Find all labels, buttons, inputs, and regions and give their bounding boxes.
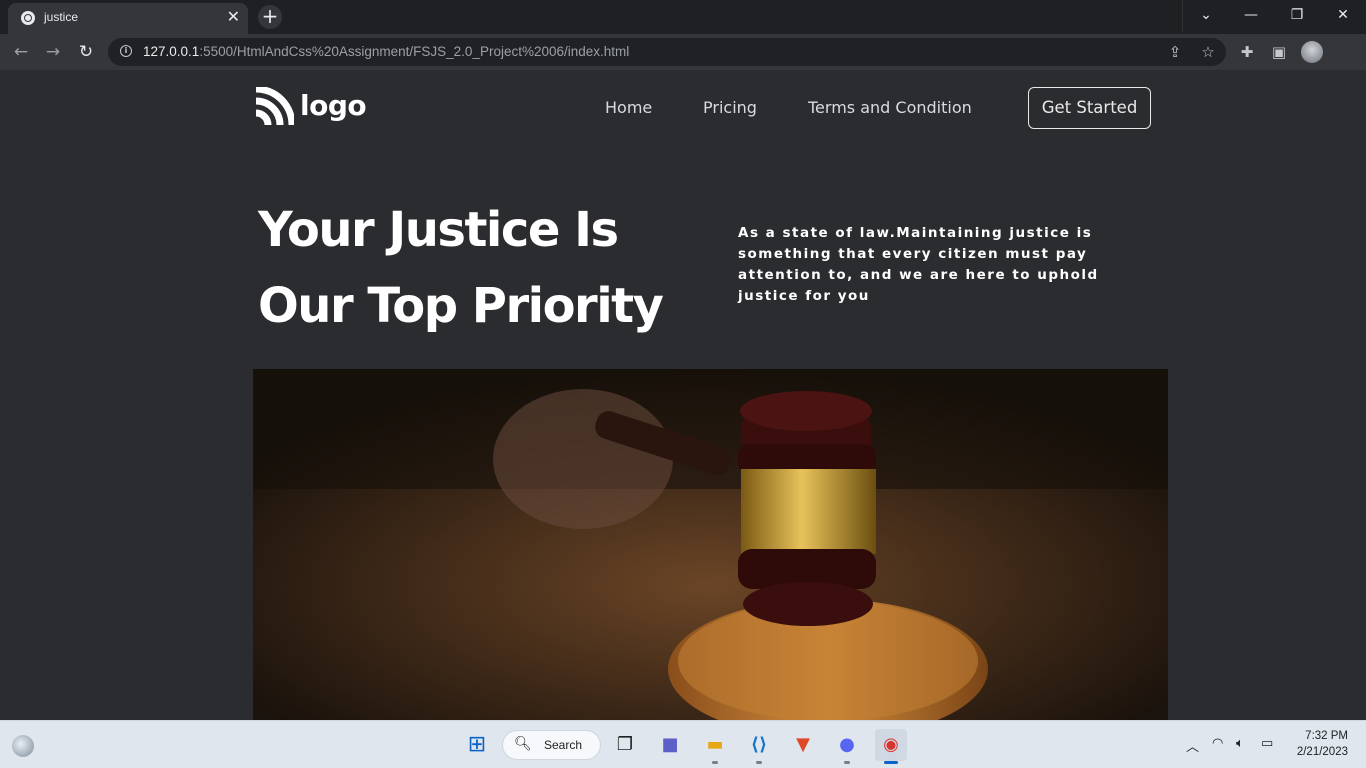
tab-title: justice xyxy=(44,10,79,24)
site-info-icon[interactable]: i xyxy=(120,45,132,57)
hero-title-line-2: Our Top Priority xyxy=(258,278,664,334)
forward-arrow-icon[interactable]: → xyxy=(42,41,64,63)
get-started-button[interactable]: Get Started xyxy=(1028,87,1151,129)
wifi-icon[interactable]: ◠ xyxy=(1212,736,1223,751)
taskbar-search-label: Search xyxy=(544,738,583,752)
profile-avatar[interactable] xyxy=(1301,41,1323,63)
url-text[interactable]: 127.0.0.1:5500/HtmlAndCss%20Assignment/F… xyxy=(143,44,629,59)
hero-title: Your Justice Is Our Top Priority xyxy=(258,192,708,344)
extensions-puzzle-icon[interactable]: ✚ xyxy=(1236,41,1258,63)
nav-link-home[interactable]: Home xyxy=(605,98,652,117)
clock-date: 2/21/2023 xyxy=(1296,746,1348,758)
taskbar-search-button[interactable]: 🔍︎ Search xyxy=(502,730,601,760)
bookmark-star-icon[interactable]: ☆ xyxy=(1197,41,1219,63)
task-view-icon[interactable]: ❐ xyxy=(609,729,641,761)
windows-taskbar: ⊞ 🔍︎ Search ❐ ■ ▬ ⟨⟩ ▼ ● ◉ ︿ ◠ 🔈︎ ▭ 7:32… xyxy=(0,720,1366,768)
web-page: logo Home Pricing Terms and Condition Ge… xyxy=(0,70,1366,720)
tab-search-chevron-icon[interactable]: ⌄ xyxy=(1182,0,1229,32)
back-arrow-icon[interactable]: ← xyxy=(10,41,32,63)
logo-rss-icon xyxy=(255,87,294,126)
battery-icon[interactable]: ▭ xyxy=(1261,736,1273,751)
reload-icon[interactable]: ↻ xyxy=(75,41,97,63)
share-icon[interactable]: ⇪ xyxy=(1164,41,1186,63)
close-window-button[interactable]: ✕ xyxy=(1320,0,1366,32)
chrome-icon[interactable]: ◉ xyxy=(875,729,907,761)
file-explorer-icon[interactable]: ▬ xyxy=(699,729,731,761)
nav-link-terms[interactable]: Terms and Condition xyxy=(808,98,972,117)
discord-icon[interactable]: ● xyxy=(831,729,863,761)
side-panel-icon[interactable]: ▣ xyxy=(1268,41,1290,63)
gavel-illustration xyxy=(253,369,1168,720)
running-indicator xyxy=(712,761,718,764)
browser-tab-bar: justice ✕ + ⌄ — ❐ ✕ xyxy=(0,0,1366,34)
new-tab-button[interactable]: + xyxy=(258,5,282,29)
close-tab-icon[interactable]: ✕ xyxy=(227,8,240,26)
search-icon: 🔍︎ xyxy=(514,736,532,752)
browser-toolbar: ← → ↻ i 127.0.0.1:5500/HtmlAndCss%20Assi… xyxy=(0,34,1366,70)
volume-icon[interactable]: 🔈︎ xyxy=(1236,736,1244,751)
browser-tab-justice[interactable]: justice ✕ xyxy=(8,3,248,34)
logo-text: logo xyxy=(300,89,367,122)
gavel-hero-image xyxy=(253,369,1168,720)
brave-browser-icon[interactable]: ▼ xyxy=(787,729,819,761)
teams-chat-icon[interactable]: ■ xyxy=(654,729,686,761)
hero-description: As a state of law.Maintaining justice is… xyxy=(738,225,1099,304)
clock-time: 7:32 PM xyxy=(1305,730,1348,742)
running-indicator xyxy=(756,761,762,764)
running-indicator xyxy=(844,761,850,764)
hero-title-line-1: Your Justice Is xyxy=(258,202,619,258)
nav-link-pricing[interactable]: Pricing xyxy=(703,98,757,117)
address-bar[interactable]: i 127.0.0.1:5500/HtmlAndCss%20Assignment… xyxy=(108,38,1226,66)
active-indicator xyxy=(884,761,898,764)
chevron-up-icon[interactable]: ︿ xyxy=(1186,736,1199,755)
restore-button[interactable]: ❐ xyxy=(1274,0,1320,32)
minimize-button[interactable]: — xyxy=(1228,0,1274,32)
vscode-icon[interactable]: ⟨⟩ xyxy=(743,729,775,761)
start-windows-icon[interactable]: ⊞ xyxy=(461,729,493,761)
taskbar-clock[interactable]: 7:32 PM 2/21/2023 xyxy=(1282,728,1348,760)
weather-icon[interactable] xyxy=(12,735,34,757)
globe-icon xyxy=(21,11,35,25)
